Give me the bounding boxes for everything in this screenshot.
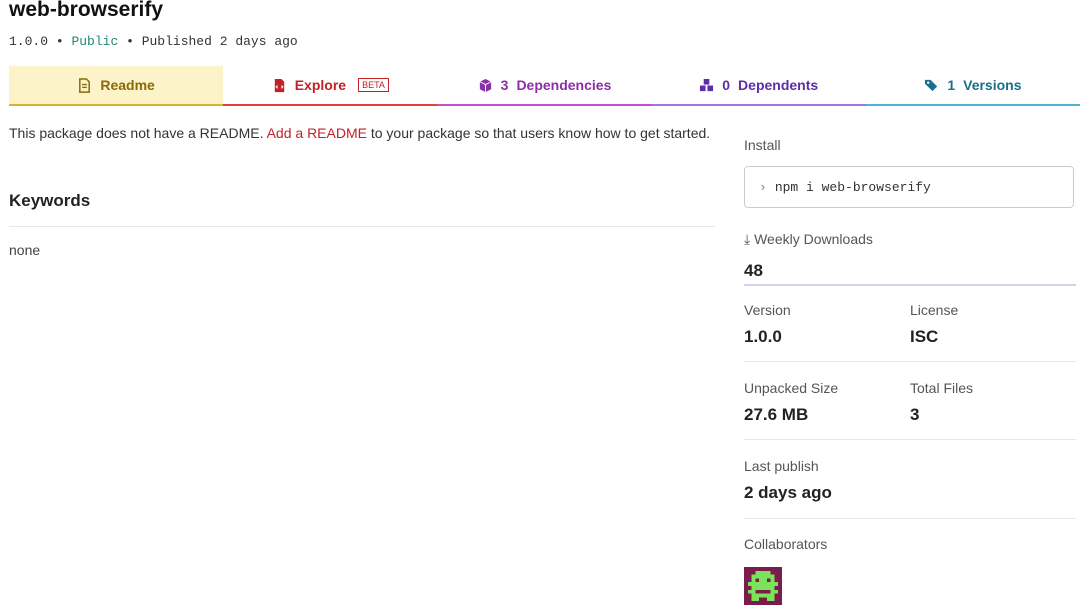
install-label: Install	[744, 137, 781, 153]
downloads-graph-line	[744, 284, 1076, 286]
tab-versions-label: Versions	[963, 77, 1022, 93]
weekly-downloads-text: Weekly Downloads	[754, 231, 873, 247]
tab-explore-label: Explore	[294, 77, 347, 93]
total-files-value: 3	[910, 405, 920, 424]
unpacked-size-label: Unpacked Size	[744, 380, 839, 396]
weekly-downloads-value: 48	[744, 261, 763, 280]
readme-suffix: to your package so that users know how t…	[370, 125, 711, 141]
download-icon: ⤓	[744, 231, 751, 247]
beta-badge: BETA	[358, 78, 389, 92]
install-command: npm i web-browserify	[774, 179, 931, 195]
versions-count: 1	[947, 77, 956, 93]
version-label: Version	[744, 302, 791, 318]
readme-message: This package does not have a README. Add…	[9, 125, 710, 141]
tab-explore[interactable]: Explore BETA	[223, 66, 438, 106]
dependencies-count: 3	[500, 77, 509, 93]
license-value: ISC	[910, 327, 939, 346]
package-title: web-browserify	[9, 0, 164, 21]
last-publish-value: 2 days ago	[744, 483, 832, 502]
package-version: 1.0.0	[9, 34, 49, 49]
tab-dependents-label: Dependents	[738, 77, 819, 93]
keywords-heading: Keywords	[9, 191, 91, 210]
divider	[744, 439, 1076, 440]
divider	[744, 518, 1076, 519]
package-meta: 1.0.0 • Public • Published 2 days ago	[9, 34, 298, 49]
tags-icon	[925, 79, 938, 91]
file-text-icon	[79, 77, 91, 93]
keywords-value: none	[9, 242, 41, 258]
package-tabs: Readme Explore BETA 3 Dependencies 0 Dep…	[9, 66, 1080, 106]
tab-dependents[interactable]: 0 Dependents	[651, 66, 866, 106]
unpacked-size-value: 27.6 MB	[744, 405, 809, 424]
tab-readme[interactable]: Readme	[9, 66, 224, 106]
prompt-chevron-icon: ›	[759, 179, 767, 195]
license-label: License	[910, 302, 959, 318]
total-files-label: Total Files	[910, 380, 974, 396]
meta-separator: •	[55, 34, 64, 49]
visibility-badge: Public	[71, 34, 119, 49]
tab-readme-label: Readme	[100, 77, 155, 93]
box-icon	[479, 78, 491, 92]
install-command-box[interactable]: › npm i web-browserify	[744, 166, 1074, 208]
dependents-count: 0	[722, 77, 731, 93]
published-text: Published 2 days ago	[141, 34, 298, 49]
last-publish-label: Last publish	[744, 458, 819, 474]
meta-separator: •	[126, 34, 134, 49]
divider	[744, 361, 1076, 362]
boxes-icon	[700, 78, 714, 91]
collaborators-label: Collaborators	[744, 536, 828, 552]
tab-dependencies-label: Dependencies	[516, 77, 612, 93]
collaborator-avatar[interactable]	[744, 567, 782, 605]
tab-dependencies[interactable]: 3 Dependencies	[437, 66, 652, 106]
weekly-downloads-label: ⤓ Weekly Downloads	[744, 231, 873, 248]
file-code-icon	[274, 78, 284, 92]
readme-prefix: This package does not have a README.	[9, 125, 264, 141]
add-readme-link[interactable]: Add a README	[267, 125, 367, 141]
divider	[9, 226, 715, 227]
version-value: 1.0.0	[744, 327, 782, 346]
tab-versions[interactable]: 1 Versions	[865, 66, 1080, 106]
